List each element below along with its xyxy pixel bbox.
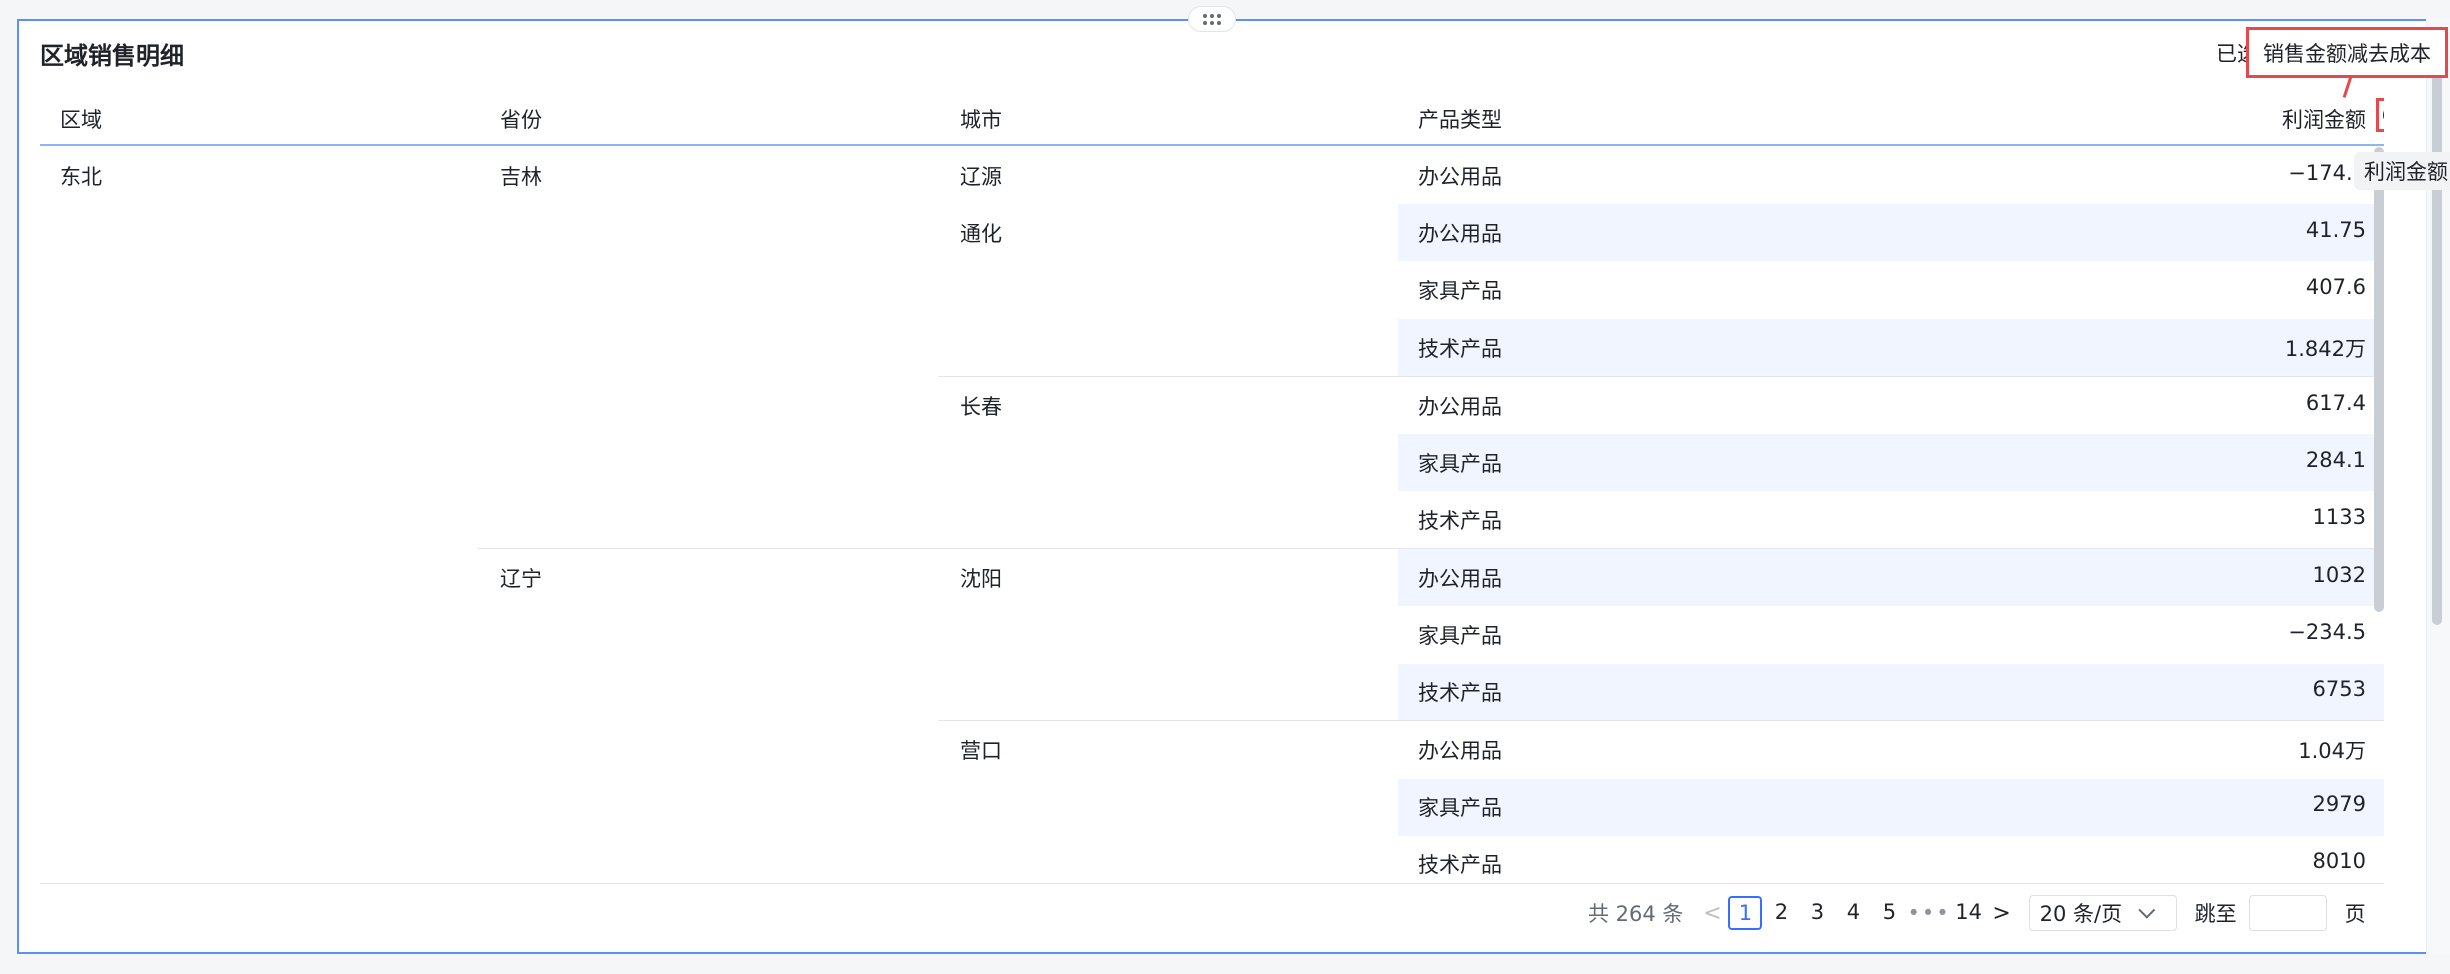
page-button-1[interactable]: 1 bbox=[1728, 896, 1763, 930]
profit-cell: 1133 bbox=[2312, 505, 2366, 529]
province-cell: 辽宁 bbox=[500, 567, 542, 591]
product-type-cell: 家具产品 bbox=[1418, 452, 1502, 476]
profit-cell: 1.842万 bbox=[2284, 337, 2366, 361]
city-cell: 辽源 bbox=[960, 165, 1002, 189]
page-button-3[interactable]: 3 bbox=[1800, 896, 1834, 930]
column-tooltip: 利润金额 bbox=[2354, 152, 2450, 190]
product-type-cell: 办公用品 bbox=[1418, 739, 1502, 763]
profit-cell: −234.5 bbox=[2288, 620, 2366, 644]
table-scrollbar-thumb[interactable] bbox=[2374, 147, 2384, 612]
drag-handle[interactable] bbox=[1188, 6, 1236, 32]
pagination: 共 264 条 < 1 2 3 4 5 ••• 14 > 20 条/页 跳至 页 bbox=[1588, 895, 2366, 931]
column-header-region[interactable]: 区域 bbox=[60, 104, 102, 134]
total-count: 共 264 条 bbox=[1588, 902, 1684, 926]
chevron-down-icon bbox=[2138, 901, 2156, 919]
product-type-cell: 技术产品 bbox=[1418, 509, 1502, 533]
region-cell: 东北 bbox=[60, 165, 102, 189]
product-type-cell: 办公用品 bbox=[1418, 395, 1502, 419]
drag-dots-icon bbox=[1203, 13, 1221, 25]
city-cell: 沈阳 bbox=[960, 567, 1002, 591]
profit-cell: 1.04万 bbox=[2298, 739, 2366, 763]
profit-cell: 8010 bbox=[2312, 849, 2366, 873]
profit-cell: 284.1 bbox=[2305, 448, 2366, 472]
city-cell: 通化 bbox=[960, 222, 1002, 246]
page-suffix-label: 页 bbox=[2344, 902, 2366, 926]
product-type-cell: 技术产品 bbox=[1418, 337, 1502, 361]
table-header: 区域 省份 城市 产品类型 利润金额 i bbox=[40, 90, 2384, 146]
more-pages-icon[interactable]: ••• bbox=[1907, 901, 1950, 925]
profit-cell: −174.2 bbox=[2288, 161, 2366, 185]
product-type-cell: 家具产品 bbox=[1418, 279, 1502, 303]
profit-info-button[interactable]: i bbox=[2376, 98, 2384, 132]
product-type-cell: 办公用品 bbox=[1418, 567, 1502, 591]
detail-table: 区域 省份 城市 产品类型 利润金额 i 东北 吉林 辽宁 辽源 通化 长春 沈… bbox=[40, 90, 2384, 883]
province-cell: 吉林 bbox=[500, 165, 542, 189]
page-size-select[interactable]: 20 条/页 bbox=[2028, 895, 2177, 931]
product-type-cell: 家具产品 bbox=[1418, 624, 1502, 648]
prev-page-button[interactable]: < bbox=[1697, 901, 1727, 926]
card-title: 区域销售明细 bbox=[40, 42, 184, 70]
page-button-last[interactable]: 14 bbox=[1952, 896, 1986, 930]
province-group-divider bbox=[478, 548, 2384, 549]
city-cell: 营口 bbox=[960, 739, 1002, 763]
table-footer-divider bbox=[40, 883, 2384, 884]
profit-cell: 41.75 bbox=[2305, 218, 2366, 242]
column-header-profit[interactable]: 利润金额 bbox=[2070, 104, 2366, 134]
page-button-2[interactable]: 2 bbox=[1764, 896, 1798, 930]
product-type-cell: 技术产品 bbox=[1418, 853, 1502, 877]
jump-page-input[interactable] bbox=[2248, 895, 2327, 931]
next-page-button[interactable]: > bbox=[1987, 901, 2017, 926]
column-header-product-type[interactable]: 产品类型 bbox=[1418, 104, 1502, 134]
column-header-province[interactable]: 省份 bbox=[500, 104, 542, 134]
profit-cell: 1032 bbox=[2312, 563, 2366, 587]
info-icon: i bbox=[2383, 105, 2384, 125]
product-type-cell: 办公用品 bbox=[1418, 222, 1502, 246]
profit-cell: 617.4 bbox=[2305, 391, 2366, 415]
profit-cell: 6753 bbox=[2312, 677, 2366, 701]
city-cell: 长春 bbox=[960, 395, 1002, 419]
header-tooltip: 销售金额减去成本 bbox=[2246, 27, 2448, 78]
page-size-value: 20 条/页 bbox=[2039, 902, 2123, 926]
product-type-cell: 技术产品 bbox=[1418, 681, 1502, 705]
page-button-5[interactable]: 5 bbox=[1872, 896, 1906, 930]
product-type-cell: 家具产品 bbox=[1418, 796, 1502, 820]
page-button-4[interactable]: 4 bbox=[1836, 896, 1870, 930]
profit-cell: 407.6 bbox=[2305, 275, 2366, 299]
city-group-divider bbox=[938, 376, 2384, 377]
profit-cell: 2979 bbox=[2312, 792, 2366, 816]
table-body: 东北 吉林 辽宁 辽源 通化 长春 沈阳 营口 办公用品 −174.2 办公用品… bbox=[40, 147, 2384, 883]
column-header-city[interactable]: 城市 bbox=[960, 104, 1002, 134]
product-type-cell: 办公用品 bbox=[1418, 165, 1502, 189]
jump-label: 跳至 bbox=[2194, 902, 2237, 926]
city-group-divider bbox=[938, 720, 2384, 721]
